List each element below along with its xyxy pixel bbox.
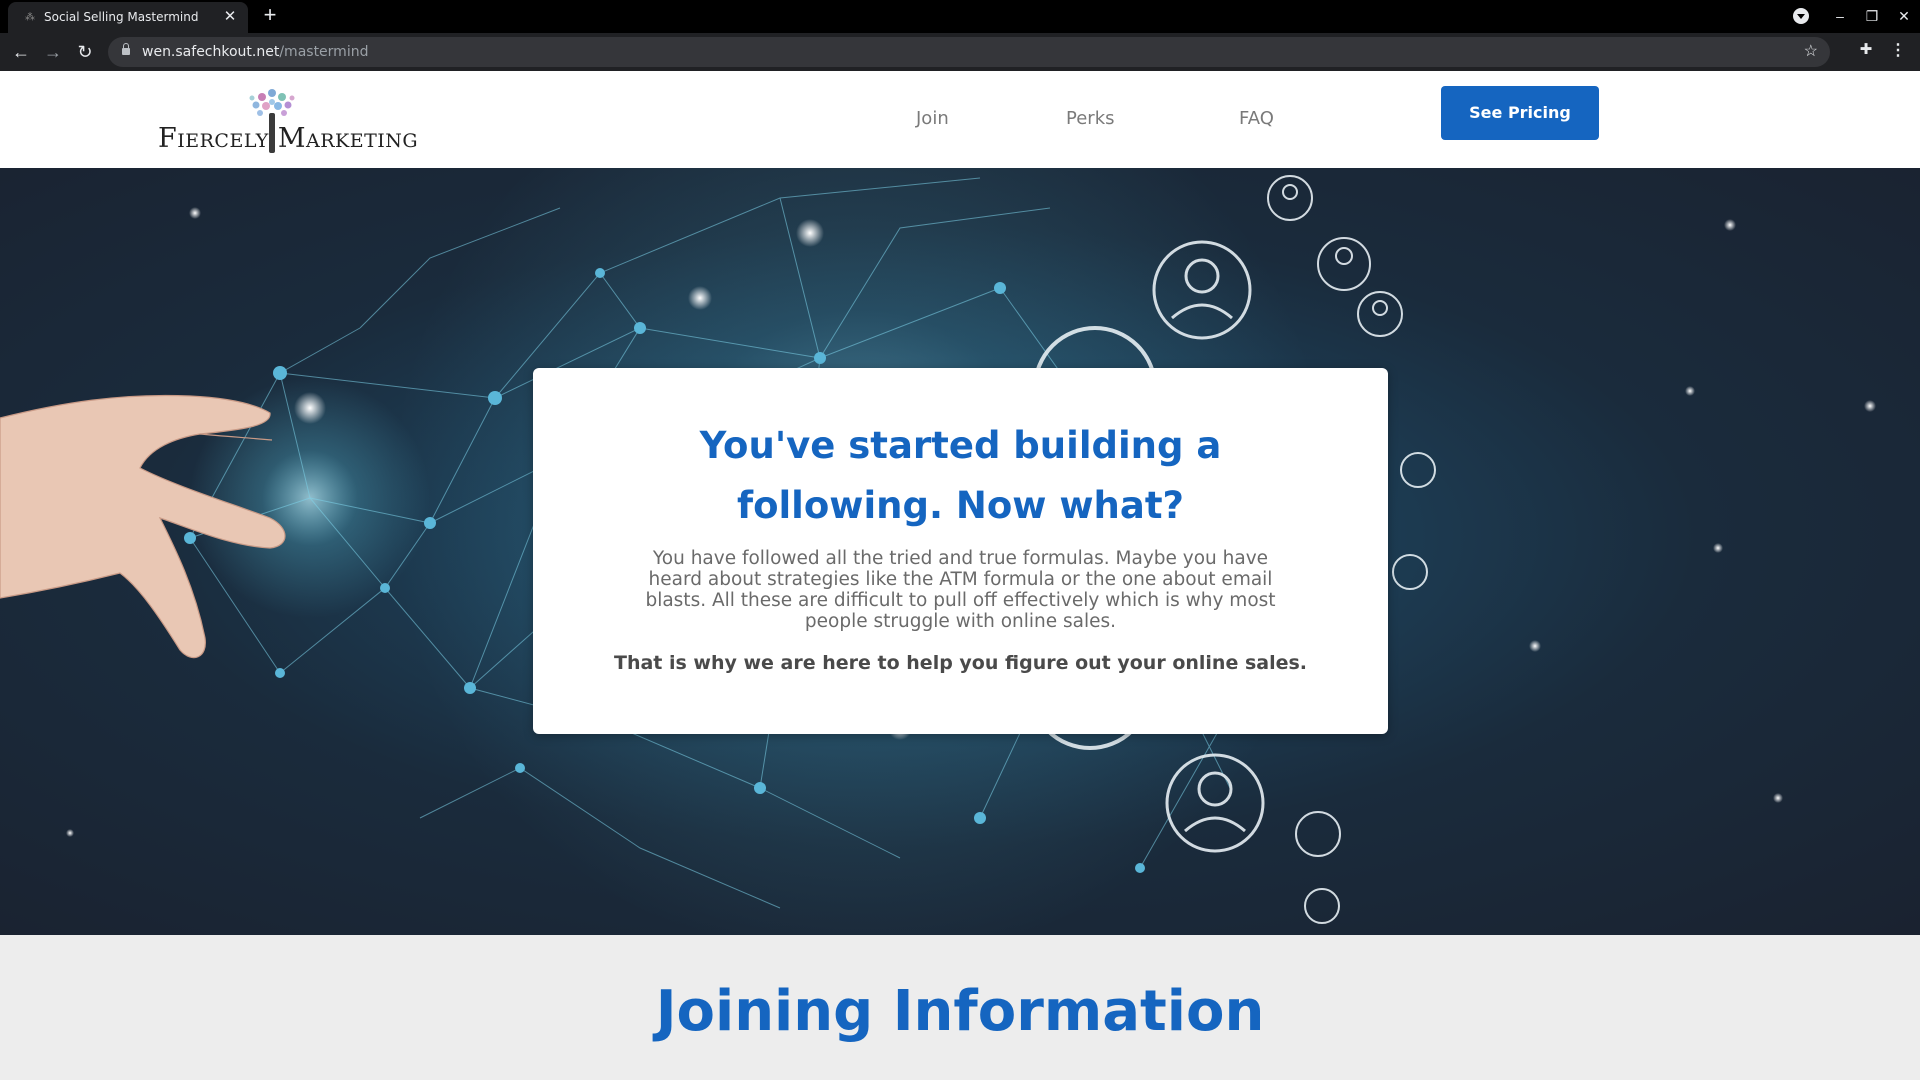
url-text: wen.safechkout.net/mastermind	[142, 44, 368, 60]
new-tab-button[interactable]: +	[258, 4, 282, 28]
browser-menu-icon[interactable]: ⋮	[1888, 40, 1908, 60]
browser-tab[interactable]: ⁂ Social Selling Mastermind ✕	[8, 2, 248, 33]
site-header: Fiercely Marketing Join Perks FAQ See Pr…	[0, 71, 1920, 168]
see-pricing-button[interactable]: See Pricing	[1441, 86, 1599, 140]
profile-menu-icon[interactable]	[1793, 8, 1809, 24]
restore-icon[interactable]: ❐	[1857, 4, 1887, 28]
tab-title: Social Selling Mastermind	[44, 10, 199, 24]
url-host: wen.safechkout.net	[142, 44, 280, 60]
url-path: /mastermind	[279, 44, 369, 60]
bookmark-star-icon[interactable]: ☆	[1804, 41, 1818, 61]
reload-icon[interactable]: ↻	[73, 40, 97, 64]
hero-heading: You've started building a following. Now…	[699, 424, 1222, 527]
intro-card: You've started building a following. Now…	[533, 368, 1388, 734]
close-tab-icon[interactable]: ✕	[220, 7, 240, 27]
logo-text: Fiercely Marketing	[158, 123, 419, 154]
lock-icon[interactable]	[122, 43, 130, 56]
tree-favicon-icon: ⁂	[25, 12, 35, 23]
hero-bold-line: That is why we are here to help you figu…	[613, 652, 1308, 674]
nav-faq[interactable]: FAQ	[1239, 108, 1274, 129]
browser-tab-bar: ⁂ Social Selling Mastermind ✕ + – ❐ ✕	[0, 0, 1920, 33]
minimize-icon[interactable]: –	[1825, 4, 1855, 28]
extensions-puzzle-icon[interactable]: ✚	[1855, 40, 1877, 58]
joining-section: Joining Information	[0, 935, 1920, 1080]
nav-join[interactable]: Join	[916, 108, 949, 129]
close-window-icon[interactable]: ✕	[1889, 4, 1919, 28]
address-bar[interactable]: wen.safechkout.net/mastermind ☆	[108, 37, 1830, 67]
nav-perks[interactable]: Perks	[1066, 108, 1115, 129]
joining-title: Joining Information	[655, 979, 1265, 1044]
hero-body-text: You have followed all the tried and true…	[645, 548, 1276, 632]
fiercely-marketing-logo[interactable]: Fiercely Marketing	[158, 85, 418, 157]
browser-toolbar: ← → ↻ wen.safechkout.net/mastermind ☆ ✚ …	[0, 33, 1920, 71]
hero-section: You've started building a following. Now…	[0, 168, 1920, 935]
forward-icon[interactable]: →	[41, 40, 65, 64]
back-icon[interactable]: ←	[9, 40, 33, 64]
